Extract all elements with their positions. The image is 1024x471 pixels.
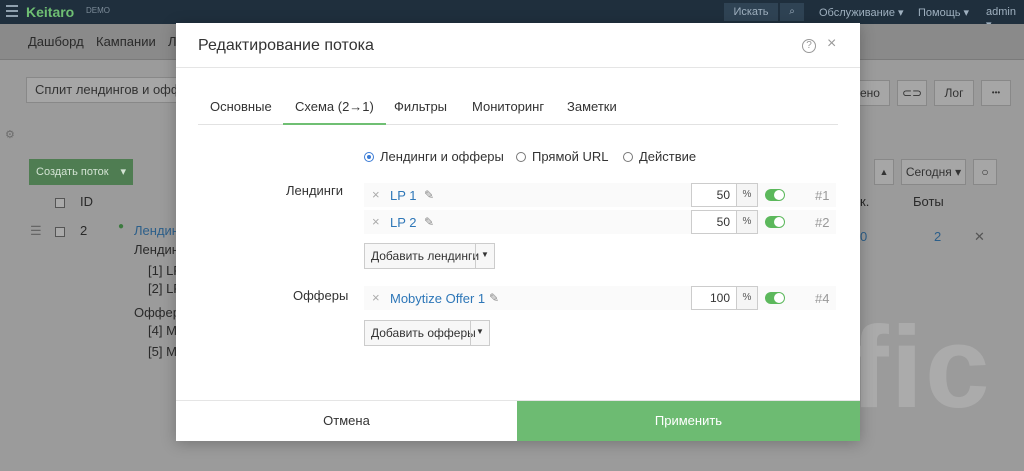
link-icon[interactable]: ⊂⊃ (897, 80, 927, 106)
save-button[interactable]: ено (856, 80, 890, 106)
dialog-footer: Отмена Применить (176, 400, 860, 441)
radio-label: Прямой URL (532, 149, 609, 164)
radio-label: Действие (639, 149, 697, 164)
gear-icon[interactable]: ⚙ (5, 128, 15, 141)
more-button[interactable]: ••• (981, 80, 1011, 106)
flow-link[interactable]: Лендин (134, 223, 179, 238)
enabled-toggle[interactable] (765, 216, 785, 228)
search-button[interactable]: Искать (724, 3, 778, 21)
flow-name-field[interactable]: Сплит лендингов и оффе (26, 77, 186, 103)
nav-dashboard[interactable]: Дашборд (28, 34, 84, 49)
percent-addon: % (736, 210, 758, 234)
landing-name-link[interactable]: LP 2 (390, 215, 417, 230)
list-item: × LP 1 ✎ 50 % #1 (364, 183, 836, 207)
drag-handle-icon[interactable]: ☰ (30, 223, 42, 239)
refresh-icon[interactable]: ○ (973, 159, 997, 185)
help-menu[interactable]: Помощь ▾ (918, 6, 969, 19)
date-range-button[interactable]: Сегодня ▾ (901, 159, 966, 185)
row-id: 2 (80, 223, 88, 238)
pencil-icon[interactable]: ✎ (424, 188, 434, 202)
log-button[interactable]: Лог (934, 80, 974, 106)
row-line: Лендин (134, 242, 179, 257)
list-item: × LP 2 ✎ 50 % #2 (364, 210, 836, 234)
column-id[interactable]: ID (80, 194, 93, 209)
percent-addon: % (736, 183, 758, 207)
share-percent-input[interactable]: 50 (691, 210, 737, 234)
share-percent-input[interactable]: 100 (691, 286, 737, 310)
top-bar: Keitaro DEMO Искать ⌕ Обслуживание ▾ Пом… (0, 0, 1024, 31)
tab-notes[interactable]: Заметки (555, 95, 629, 125)
radio-landings-offers[interactable]: Лендинги и офферы (364, 149, 504, 164)
tab-scheme[interactable]: Схема (2→1) (283, 95, 386, 125)
offer-name-link[interactable]: Mobytize Offer 1 (390, 291, 485, 306)
row-bots-value[interactable]: 2 (934, 229, 941, 244)
sort-up-icon[interactable]: ▲ (874, 159, 894, 185)
dialog-tabs: Основные Схема (2→1) Фильтры Мониторинг … (198, 95, 838, 125)
tab-general[interactable]: Основные (198, 95, 284, 125)
item-number: #1 (815, 188, 830, 203)
offers-label: Офферы (293, 288, 349, 303)
help-icon[interactable]: ? (802, 39, 816, 53)
remove-icon[interactable]: × (372, 187, 380, 202)
radio-action[interactable]: Действие (623, 149, 696, 164)
share-percent-input[interactable]: 50 (691, 183, 737, 207)
column-bots[interactable]: Боты (913, 194, 944, 209)
row-clicks-value[interactable]: 0 (860, 229, 867, 244)
dialog-title: Редактирование потока (198, 37, 374, 54)
radio-unchecked-icon (623, 152, 633, 162)
row-line: [5] M (148, 344, 177, 359)
enabled-toggle[interactable] (765, 292, 785, 304)
service-menu[interactable]: Обслуживание ▾ (819, 6, 904, 19)
add-landings-label: Добавить лендинги (371, 249, 480, 263)
edit-flow-dialog: Редактирование потока ? × Основные Схема… (176, 23, 860, 441)
apply-button[interactable]: Применить (517, 401, 860, 441)
status-dot-icon: ● (118, 221, 125, 232)
row-line: [4] M (148, 323, 177, 338)
row-checkbox[interactable] (55, 227, 65, 237)
radio-checked-icon (364, 152, 374, 162)
column-clicks[interactable]: к. (860, 194, 869, 209)
add-landings-button[interactable]: Добавить лендинги ▼ (364, 243, 495, 269)
chevron-down-icon[interactable]: ▼ (470, 321, 489, 345)
tab-filters[interactable]: Фильтры (382, 95, 459, 125)
add-offers-label: Добавить офферы (371, 326, 476, 340)
item-number: #4 (815, 291, 830, 306)
pencil-icon[interactable]: ✎ (424, 215, 434, 229)
add-offers-button[interactable]: Добавить офферы ▼ (364, 320, 490, 346)
chevron-down-icon[interactable]: ▼ (475, 244, 494, 268)
pencil-icon[interactable]: ✎ (489, 291, 499, 305)
nav-campaigns[interactable]: Кампании (96, 34, 156, 49)
hamburger-menu-icon[interactable] (6, 5, 18, 17)
remove-icon[interactable]: × (372, 214, 380, 229)
create-flow-button[interactable]: Создать поток ▾ (29, 159, 133, 185)
tab-monitoring[interactable]: Мониторинг (460, 95, 556, 125)
percent-addon: % (736, 286, 758, 310)
logo-demo-label: DEMO (86, 6, 110, 15)
list-item: × Mobytize Offer 1 ✎ 100 % #4 (364, 286, 836, 310)
landing-name-link[interactable]: LP 1 (390, 188, 417, 203)
enabled-toggle[interactable] (765, 189, 785, 201)
chevron-down-icon[interactable]: ▾ (120, 159, 126, 185)
delete-icon[interactable]: ✕ (974, 229, 985, 245)
cancel-button[interactable]: Отмена (176, 401, 517, 441)
radio-direct-url[interactable]: Прямой URL (516, 149, 609, 164)
radio-label: Лендинги и офферы (380, 149, 504, 164)
app-logo[interactable]: Keitaro (26, 4, 74, 20)
radio-unchecked-icon (516, 152, 526, 162)
close-icon[interactable]: × (827, 36, 836, 52)
magnifier-icon[interactable]: ⌕ (780, 3, 804, 21)
dialog-header: Редактирование потока ? × (176, 23, 860, 68)
select-all-checkbox[interactable] (55, 198, 65, 208)
remove-icon[interactable]: × (372, 290, 380, 305)
item-number: #2 (815, 215, 830, 230)
create-flow-label: Создать поток (36, 166, 109, 178)
landings-label: Лендинги (286, 183, 343, 198)
